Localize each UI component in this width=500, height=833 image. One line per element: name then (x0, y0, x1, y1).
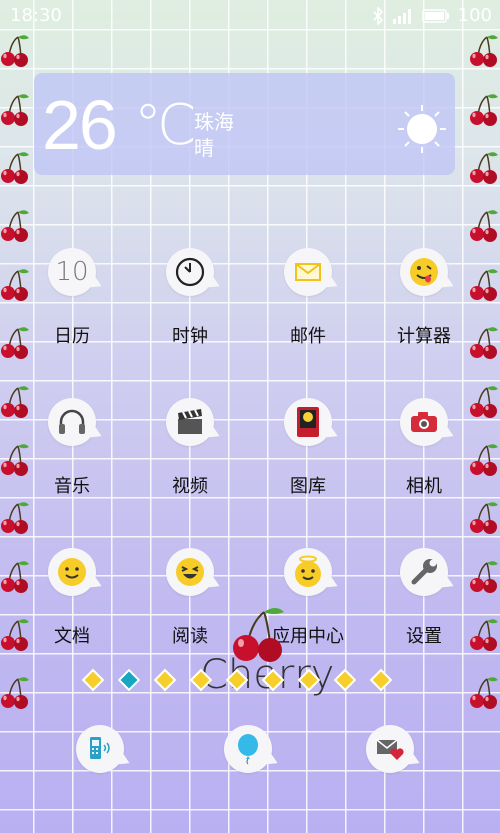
clock-icon (166, 248, 214, 296)
app-clock[interactable]: 时钟 (140, 248, 240, 368)
dock-messages[interactable] (340, 725, 440, 785)
calculator-icon (400, 248, 448, 296)
page-dot[interactable] (153, 668, 177, 692)
sunny-icon (398, 105, 446, 153)
wrench-icon (400, 548, 448, 596)
page-dot[interactable] (333, 668, 357, 692)
page-dot[interactable] (81, 668, 105, 692)
cherry-icon (469, 34, 499, 68)
cherry-icon (0, 151, 30, 185)
weather-condition: 晴 (194, 136, 214, 160)
app-settings[interactable]: 设置 (374, 548, 474, 668)
app-reader[interactable]: 阅读 (140, 548, 240, 668)
app-calendar[interactable]: 10 日历 (22, 248, 122, 368)
balloon-icon (224, 725, 272, 773)
status-bar: 18:30 100 (0, 0, 500, 32)
headphones-icon (48, 398, 96, 446)
temperature-unit: ℃ (134, 93, 197, 158)
mail-icon (284, 248, 332, 296)
cherry-icon (469, 209, 499, 243)
app-label: 计算器 (397, 326, 451, 347)
app-music[interactable]: 音乐 (22, 398, 122, 518)
gallery-icon (284, 398, 332, 446)
dock-browser[interactable] (198, 725, 298, 785)
app-label: 图库 (290, 476, 326, 497)
app-documents[interactable]: 文档 (22, 548, 122, 668)
app-label: 音乐 (54, 476, 90, 497)
app-label: 阅读 (172, 626, 208, 647)
page-dot[interactable] (261, 668, 285, 692)
clapperboard-icon (166, 398, 214, 446)
page-dot[interactable] (297, 668, 321, 692)
app-label: 设置 (406, 626, 442, 647)
angel-smiley-icon (284, 548, 332, 596)
app-label: 邮件 (290, 326, 326, 347)
calendar-date: 10 (55, 257, 89, 287)
page-dot[interactable] (189, 668, 213, 692)
page-indicator[interactable] (81, 668, 393, 692)
laughing-icon (166, 548, 214, 596)
bluetooth-icon (373, 6, 383, 25)
app-mail[interactable]: 邮件 (258, 248, 358, 368)
app-label: 文档 (54, 626, 90, 647)
cherry-icon (0, 676, 30, 710)
cherry-icon (469, 93, 499, 127)
temperature: 26 (42, 86, 118, 164)
app-gallery[interactable]: 图库 (258, 398, 358, 518)
page-dot[interactable] (369, 668, 393, 692)
status-time: 18:30 (10, 5, 62, 26)
app-calculator[interactable]: 计算器 (374, 248, 474, 368)
app-video[interactable]: 视频 (140, 398, 240, 518)
cherry-icon (0, 93, 30, 127)
cherry-icon (469, 151, 499, 185)
app-label: 相机 (406, 476, 442, 497)
smiley-icon (48, 548, 96, 596)
app-camera[interactable]: 相机 (374, 398, 474, 518)
camera-icon (400, 398, 448, 446)
weather-widget[interactable]: 26 ℃ 珠海 晴 (34, 73, 455, 175)
dock-phone[interactable] (50, 725, 150, 785)
weather-city: 珠海 (194, 110, 234, 134)
page-dot[interactable] (117, 668, 141, 692)
message-icon (366, 725, 414, 773)
cherry-icon (469, 676, 499, 710)
cherry-icon (0, 34, 30, 68)
app-label: 时钟 (172, 326, 208, 347)
app-label: 日历 (54, 326, 90, 347)
cherry-icon (0, 209, 30, 243)
signal-icon (392, 8, 411, 24)
phone-icon (76, 725, 124, 773)
page-dot[interactable] (225, 668, 249, 692)
calendar-icon: 10 (48, 248, 96, 296)
app-label: 视频 (172, 476, 208, 497)
battery-icon (421, 8, 449, 23)
battery-percent: 100 (457, 5, 492, 26)
